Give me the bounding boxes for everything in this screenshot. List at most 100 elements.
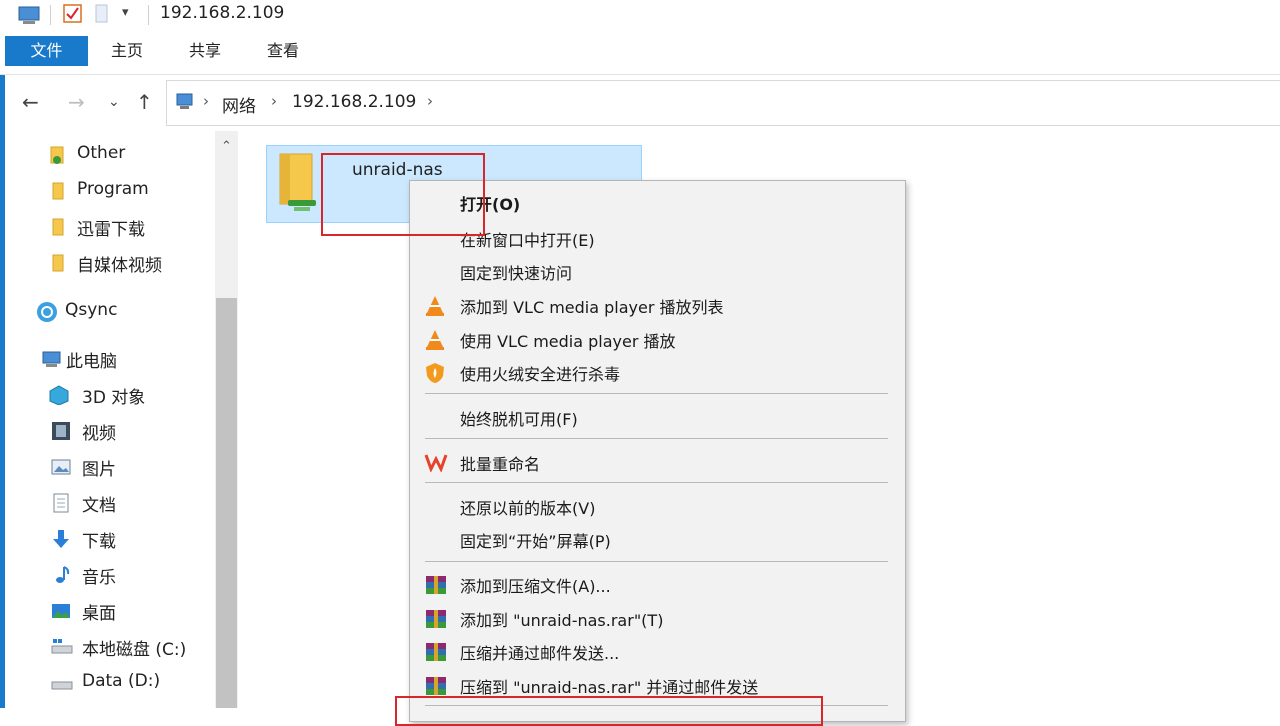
sidebar-item-local-disk-c[interactable]: 本地磁盘 (C:) [0,628,210,664]
menu-separator [425,561,888,562]
tab-view[interactable]: 查看 [252,36,314,66]
qsync-icon [37,302,57,322]
annotation-highlight-box [395,696,823,726]
up-button[interactable]: ↑ [136,90,153,114]
menu-item-pin-start[interactable]: 固定到“开始”屏幕(P) [410,523,902,555]
menu-item-label: 压缩并通过邮件发送... [460,644,620,663]
sidebar-item-label: Program [77,179,149,199]
3d-objects-icon [49,385,69,405]
menu-item-pin-quick-access[interactable]: 固定到快速访问 [410,255,902,287]
sidebar-item-this-pc[interactable]: 此电脑 [0,340,210,376]
scroll-up-button[interactable]: ⌃ [215,136,238,158]
sidebar-item-downloads[interactable]: 下载 [0,520,210,556]
sidebar-item-label: 下载 [82,532,116,552]
menu-item-label: 还原以前的版本(V) [460,499,596,518]
new-folder-icon[interactable] [94,4,110,24]
sidebar-item-label: 文档 [82,496,116,516]
menu-item-label: 固定到快速访问 [460,264,573,283]
back-button[interactable]: ← [22,90,39,114]
winrar-icon [426,643,446,661]
computer-icon [42,351,61,367]
sidebar-item-pictures[interactable]: 图片 [0,448,210,484]
sidebar-item-program[interactable]: Program [0,172,210,208]
tab-file[interactable]: 文件 [5,36,88,66]
properties-checkbox-icon[interactable] [62,3,84,25]
sidebar-item-label: 图片 [82,460,116,480]
menu-item-label: 始终脱机可用(F) [460,410,578,429]
download-icon [53,530,69,548]
menu-item-label: 批量重命名 [460,455,541,474]
winrar-icon [426,677,446,695]
scrollbar-thumb[interactable] [216,298,237,708]
wps-icon [424,454,448,472]
drive-icon [51,681,73,690]
divider [50,5,51,25]
breadcrumb-separator[interactable]: › [427,92,433,110]
sidebar-item-label: 视频 [82,424,116,444]
menu-item-label: 固定到“开始”屏幕(P) [460,532,611,551]
sidebar-item-documents[interactable]: 文档 [0,484,210,520]
shared-folder-icon [279,153,316,211]
vlc-icon [426,296,444,316]
menu-item-restore-previous[interactable]: 还原以前的版本(V) [410,490,902,522]
breadcrumb-host[interactable]: 192.168.2.109 [292,92,416,112]
menu-item-huorong-scan[interactable]: 使用火绒安全进行杀毒 [410,356,902,388]
annotation-highlight-box [321,153,485,236]
menu-item-vlc-add-playlist[interactable]: 添加到 VLC media player 播放列表 [410,289,902,321]
menu-separator [425,482,888,483]
menu-item-vlc-play[interactable]: 使用 VLC media player 播放 [410,323,902,355]
sidebar-item-label: Data (D:) [82,671,161,691]
sidebar-item-label: 3D 对象 [82,388,146,408]
sidebar-item-label: 音乐 [82,568,116,588]
forward-button[interactable]: → [68,90,85,114]
documents-icon [53,493,69,513]
menu-item-label: 使用火绒安全进行杀毒 [460,365,621,384]
menu-item-batch-rename[interactable]: 批量重命名 [410,446,902,478]
customize-quick-access-dropdown[interactable]: ▾ [122,5,129,20]
breadcrumb-separator[interactable]: › [203,92,209,110]
sidebar-item-label: 此电脑 [66,352,117,372]
sidebar-item-videos[interactable]: 视频 [0,412,210,448]
pictures-icon [51,459,71,475]
tab-home[interactable]: 主页 [96,36,158,66]
folder-icon [52,182,64,200]
winrar-icon [426,610,446,628]
sidebar-item-data-d[interactable]: Data (D:) [0,664,210,700]
music-icon [56,566,70,583]
breadcrumb-separator[interactable]: › [271,92,277,110]
menu-item-always-offline[interactable]: 始终脱机可用(F) [410,401,902,433]
menu-item-label: 添加到压缩文件(A)... [460,577,611,596]
video-icon [52,422,70,440]
sidebar-item-media-videos[interactable]: 自媒体视频 [0,244,210,280]
drive-icon [51,639,73,654]
menu-item-compress-email[interactable]: 压缩并通过邮件发送... [410,635,902,667]
menu-item-add-rar[interactable]: 添加到 "unraid-nas.rar"(T) [410,602,902,634]
folder-icon [50,146,64,164]
menu-separator [425,438,888,439]
computer-icon [18,6,40,24]
sidebar-item-qsync[interactable]: Qsync [0,293,210,329]
huorong-icon [426,363,444,383]
folder-icon [52,218,64,236]
breadcrumb-network[interactable]: 网络 [222,92,256,117]
recent-locations-button[interactable]: ⌄ [108,94,120,110]
winrar-icon [426,576,446,594]
sidebar-item-other[interactable]: Other [0,136,210,172]
sidebar-item-3d-objects[interactable]: 3D 对象 [0,376,210,412]
vlc-icon [426,330,444,350]
sidebar-item-music[interactable]: 音乐 [0,556,210,592]
tab-share[interactable]: 共享 [174,36,236,66]
sidebar-item-label: 本地磁盘 (C:) [82,640,187,660]
folder-icon [52,254,64,272]
menu-item-label: 添加到 VLC media player 播放列表 [460,298,724,317]
menu-item-label: 添加到 "unraid-nas.rar"(T) [460,611,664,630]
sidebar-item-desktop[interactable]: 桌面 [0,592,210,628]
menu-item-label: 使用 VLC media player 播放 [460,332,676,351]
sidebar-item-xunlei-downloads[interactable]: 迅雷下载 [0,208,210,244]
sidebar-item-label: 迅雷下载 [77,220,145,240]
menu-item-add-archive[interactable]: 添加到压缩文件(A)... [410,568,902,600]
sidebar-item-label: Other [77,143,126,163]
window-title: 192.168.2.109 [160,3,285,23]
desktop-icon [52,604,70,618]
sidebar-item-label: Qsync [65,300,118,320]
